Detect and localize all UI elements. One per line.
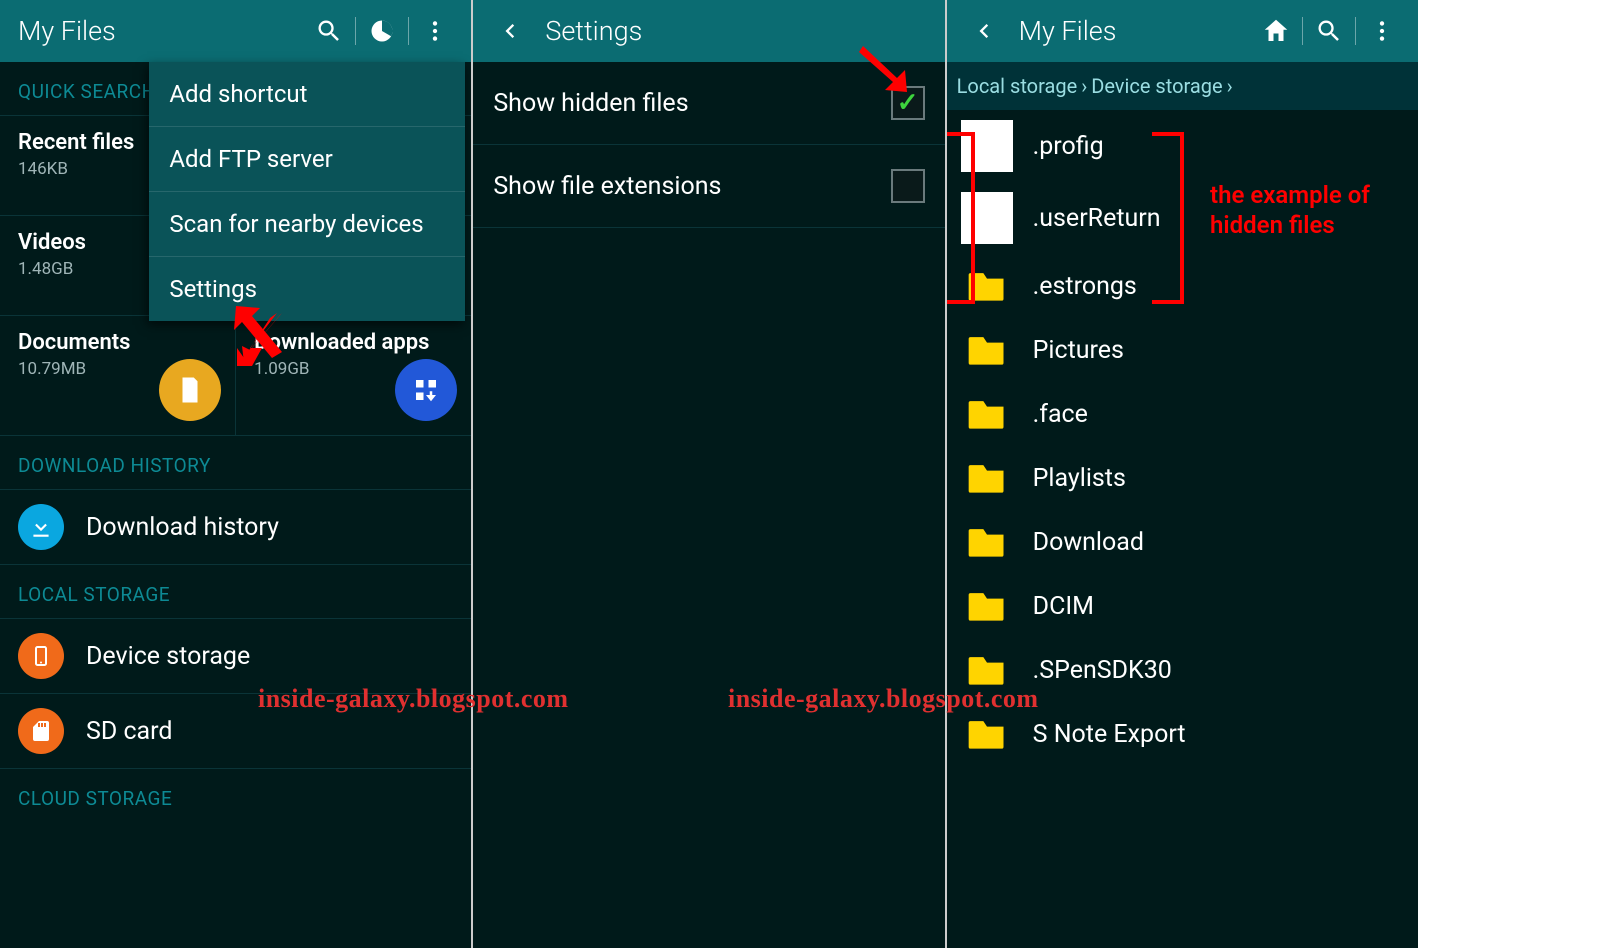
device-storage-item[interactable]: Device storage	[0, 618, 471, 693]
panel-myfiles: My Files QUICK SEARCH Recent files 146KB…	[0, 0, 473, 948]
download-icon	[18, 504, 64, 550]
folder-icon	[961, 712, 1013, 756]
file-name: S Note Export	[1033, 720, 1186, 749]
quick-downloaded-apps[interactable]: Downloaded apps 1.09GB	[236, 315, 471, 435]
action-bar: My Files	[0, 0, 471, 62]
file-name: Pictures	[1033, 336, 1124, 365]
action-bar: Settings	[473, 0, 944, 62]
storage-pie-icon[interactable]	[358, 7, 406, 55]
action-bar: My Files	[947, 0, 1418, 62]
more-icon[interactable]	[411, 7, 459, 55]
breadcrumb: Local storage › Device storage ›	[947, 62, 1418, 110]
folder-icon	[961, 264, 1013, 308]
back-icon[interactable]	[485, 7, 533, 55]
back-icon[interactable]	[959, 7, 1007, 55]
documents-icon	[159, 359, 221, 421]
list-label: Download history	[86, 513, 279, 542]
divider	[1302, 17, 1303, 45]
crumb-local[interactable]: Local storage	[957, 74, 1078, 98]
file-name: Download	[1033, 528, 1144, 557]
file-name: DCIM	[1033, 592, 1094, 621]
panel-file-browser: My Files Local storage › Device storage …	[947, 0, 1418, 948]
crumb-device[interactable]: Device storage	[1091, 74, 1222, 98]
quick-title: Downloaded apps	[254, 330, 453, 355]
sd-card-icon	[18, 708, 64, 754]
sd-card-item[interactable]: SD card	[0, 693, 471, 768]
file-row[interactable]: .face	[947, 382, 1418, 446]
folder-icon	[961, 520, 1013, 564]
file-name: .profig	[1033, 132, 1104, 161]
checkbox-show-hidden[interactable]: ✓	[891, 86, 925, 120]
file-name: .face	[1033, 400, 1088, 429]
file-icon	[961, 192, 1013, 244]
file-row[interactable]: S Note Export	[947, 702, 1418, 766]
file-list: .profig .userReturn .estrongs Pictures .face…	[947, 110, 1418, 766]
chevron-right-icon: ›	[1227, 74, 1233, 98]
downloaded-apps-icon	[395, 359, 457, 421]
panel-settings: Settings Show hidden files ✓ Show file e…	[473, 0, 946, 948]
list-label: SD card	[86, 717, 172, 746]
section-cloud-storage: CLOUD STORAGE	[0, 768, 471, 822]
search-icon[interactable]	[305, 7, 353, 55]
file-row[interactable]: .SPenSDK30	[947, 638, 1418, 702]
check-icon: ✓	[897, 88, 919, 118]
folder-icon	[961, 392, 1013, 436]
overflow-menu: Add shortcut Add FTP server Scan for nea…	[149, 62, 465, 321]
file-row[interactable]: Pictures	[947, 318, 1418, 382]
divider	[408, 17, 409, 45]
chevron-right-icon: ›	[1081, 74, 1087, 98]
list-label: Device storage	[86, 642, 250, 671]
setting-label: Show hidden files	[493, 89, 688, 118]
file-row[interactable]: DCIM	[947, 574, 1418, 638]
search-icon[interactable]	[1305, 7, 1353, 55]
menu-add-shortcut[interactable]: Add shortcut	[149, 62, 465, 127]
phone-icon	[18, 633, 64, 679]
file-name: .SPenSDK30	[1033, 656, 1172, 685]
setting-show-ext[interactable]: Show file extensions	[473, 145, 944, 228]
download-history-item[interactable]: Download history	[0, 489, 471, 564]
file-row[interactable]: .userReturn	[947, 182, 1418, 254]
checkbox-show-ext[interactable]	[891, 169, 925, 203]
app-title: My Files	[12, 15, 305, 47]
file-row[interactable]: .profig	[947, 110, 1418, 182]
more-icon[interactable]	[1358, 7, 1406, 55]
file-row[interactable]: Download	[947, 510, 1418, 574]
quick-title: Documents	[18, 330, 217, 355]
setting-label: Show file extensions	[493, 172, 721, 201]
page-title: Settings	[539, 15, 932, 47]
section-local-storage: LOCAL STORAGE	[0, 564, 471, 618]
folder-icon	[961, 648, 1013, 692]
divider	[1355, 17, 1356, 45]
app-title: My Files	[1013, 15, 1252, 47]
folder-icon	[961, 584, 1013, 628]
file-icon	[961, 120, 1013, 172]
menu-add-ftp[interactable]: Add FTP server	[149, 127, 465, 192]
menu-scan-nearby[interactable]: Scan for nearby devices	[149, 192, 465, 257]
menu-settings[interactable]: Settings	[149, 257, 465, 321]
file-name: .estrongs	[1033, 272, 1137, 301]
file-name: Playlists	[1033, 464, 1126, 493]
folder-icon	[961, 328, 1013, 372]
setting-show-hidden[interactable]: Show hidden files ✓	[473, 62, 944, 145]
quick-documents[interactable]: Documents 10.79MB	[0, 315, 236, 435]
home-icon[interactable]	[1252, 7, 1300, 55]
section-download-history: DOWNLOAD HISTORY	[0, 435, 471, 489]
file-row[interactable]: .estrongs	[947, 254, 1418, 318]
folder-icon	[961, 456, 1013, 500]
file-name: .userReturn	[1033, 204, 1161, 233]
file-row[interactable]: Playlists	[947, 446, 1418, 510]
divider	[355, 17, 356, 45]
